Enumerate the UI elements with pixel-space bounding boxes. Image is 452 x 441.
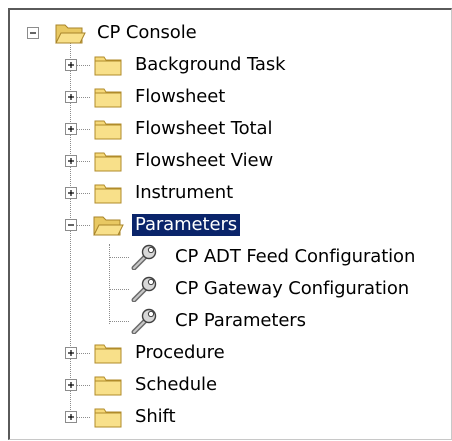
folder-icon [94, 408, 122, 428]
expand-icon[interactable] [65, 347, 77, 359]
expand-icon[interactable] [65, 379, 77, 391]
folder-icon [94, 376, 122, 396]
tree-connector [109, 321, 129, 322]
tree-node-cp-gateway-configuration[interactable]: CP Gateway Configuration [10, 276, 450, 302]
folder-icon [94, 152, 122, 172]
tree-node-flowsheet-total[interactable]: Flowsheet Total [10, 116, 330, 142]
tree-connector [109, 257, 129, 258]
tree-node-parameters[interactable]: Parameters [10, 212, 330, 238]
folder-icon [94, 120, 122, 140]
tree-node-label: Schedule [135, 374, 217, 395]
expand-icon[interactable] [65, 59, 77, 71]
tree-node-label: CP ADT Feed Configuration [175, 246, 416, 267]
tree-node-label: CP Parameters [175, 310, 306, 331]
wrench-icon [131, 244, 157, 270]
tree-node-procedure[interactable]: Procedure [10, 340, 330, 366]
folder-open-icon [55, 24, 86, 44]
collapse-icon[interactable] [27, 27, 39, 39]
tree-node-shift[interactable]: Shift [10, 404, 330, 430]
folder-icon [94, 184, 122, 204]
tree-connector [109, 289, 129, 290]
folder-open-icon [93, 216, 124, 236]
expand-icon[interactable] [65, 411, 77, 423]
tree-node-instrument[interactable]: Instrument [10, 180, 330, 206]
wrench-icon [131, 308, 157, 334]
tree-node-schedule[interactable]: Schedule [10, 372, 330, 398]
expand-icon[interactable] [65, 155, 77, 167]
collapse-icon[interactable] [65, 219, 77, 231]
folder-icon [94, 88, 122, 108]
tree-node-flowsheet[interactable]: Flowsheet [10, 84, 330, 110]
folder-icon [94, 56, 122, 76]
tree-node-label-selected: Parameters [132, 214, 241, 236]
tree-node-label: CP Console [97, 22, 197, 43]
tree-node-flowsheet-view[interactable]: Flowsheet View [10, 148, 330, 174]
tree-panel: CP Console Background Task Flowsheet Flo… [8, 8, 452, 440]
expand-icon[interactable] [65, 123, 77, 135]
tree-node-background-task[interactable]: Background Task [10, 52, 330, 78]
tree-node-cp-console[interactable]: CP Console [10, 20, 310, 46]
tree-node-label: CP Gateway Configuration [175, 278, 410, 299]
tree-node-label: Flowsheet Total [135, 118, 273, 139]
wrench-icon [131, 276, 157, 302]
tree-node-cp-adt-feed-configuration[interactable]: CP ADT Feed Configuration [10, 244, 450, 270]
expand-icon[interactable] [65, 91, 77, 103]
tree-node-label: Background Task [135, 54, 286, 75]
tree-node-label: Shift [135, 406, 176, 427]
tree-node-label: Procedure [135, 342, 225, 363]
tree-node-label: Flowsheet View [135, 150, 274, 171]
tree-node-label: Flowsheet [135, 86, 226, 107]
tree-node-label: Instrument [135, 182, 234, 203]
expand-icon[interactable] [65, 187, 77, 199]
tree-node-cp-parameters[interactable]: CP Parameters [10, 308, 450, 334]
folder-icon [94, 344, 122, 364]
